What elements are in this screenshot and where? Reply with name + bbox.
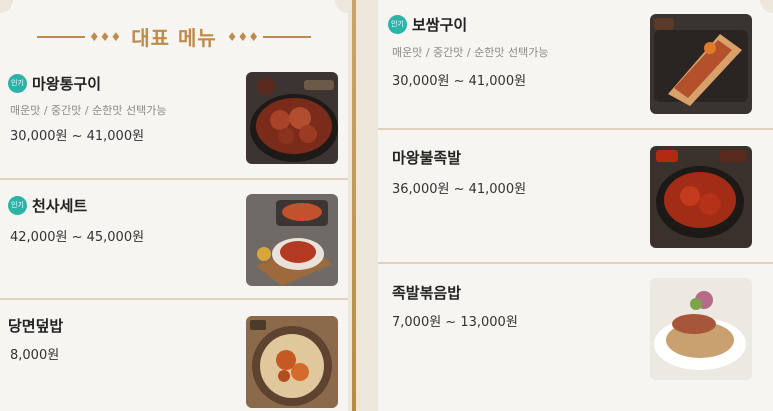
- menu-item[interactable]: 마왕불족발 36,000원 ~ 41,000원: [378, 130, 773, 264]
- menu-item-price: 42,000원 ~ 45,000원: [10, 230, 145, 245]
- corner-decoration: [335, 0, 348, 13]
- panel-divider: [348, 0, 378, 411]
- left-menu-panel: ♦♦♦ 대표 메뉴 ♦♦♦ 인기 마왕통구이 매운맛 / 중간맛 / 순한맛 선택가능…: [0, 0, 348, 411]
- menu-item-price: 7,000원 ~ 13,000원: [392, 315, 518, 330]
- menu-item-name: 당면덮밥: [8, 317, 64, 335]
- menu-item-name: 마왕통구이: [32, 75, 102, 93]
- menu-item[interactable]: 인기 보쌈구이 매운맛 / 중간맛 / 순한맛 선택가능 30,000원 ~ 41…: [378, 0, 773, 130]
- menu-item-name: 천사세트: [32, 197, 88, 215]
- menu-item[interactable]: 인기 마왕통구이 매운맛 / 중간맛 / 순한맛 선택가능 30,000원 ~ 4…: [0, 62, 348, 180]
- right-menu-panel: 인기 보쌈구이 매운맛 / 중간맛 / 순한맛 선택가능 30,000원 ~ 41…: [378, 0, 773, 411]
- menu-item[interactable]: 인기 천사세트 42,000원 ~ 45,000원: [0, 180, 348, 300]
- menu-item-price: 8,000원: [10, 348, 60, 363]
- corner-decoration: [0, 0, 13, 13]
- popular-badge: 인기: [8, 196, 27, 215]
- rice-bowl-photo: [246, 316, 338, 408]
- fire-jokbal-photo: [650, 146, 752, 248]
- menu-item-options: 매운맛 / 중간맛 / 순한맛 선택가능: [392, 46, 549, 59]
- fried-rice-photo: [650, 278, 752, 380]
- menu-item-options: 매운맛 / 중간맛 / 순한맛 선택가능: [10, 104, 167, 117]
- menu-item[interactable]: 당면덮밥 8,000원: [0, 300, 348, 411]
- menu-item-price: 30,000원 ~ 41,000원: [10, 129, 145, 144]
- section-title: 대표 메뉴: [131, 26, 217, 50]
- bossam-photo: [650, 14, 752, 114]
- set-meal-photo: [246, 194, 338, 286]
- grilled-pork-photo: [246, 72, 338, 164]
- popular-badge: 인기: [388, 15, 407, 34]
- popular-badge: 인기: [8, 74, 27, 93]
- menu-item-name: 족발볶음밥: [392, 284, 462, 302]
- menu-item[interactable]: 족발볶음밥 7,000원 ~ 13,000원: [378, 264, 773, 411]
- menu-item-price: 30,000원 ~ 41,000원: [392, 74, 527, 89]
- section-header: ♦♦♦ 대표 메뉴 ♦♦♦: [0, 22, 348, 51]
- menu-item-price: 36,000원 ~ 41,000원: [392, 182, 527, 197]
- menu-item-name: 보쌈구이: [412, 16, 468, 34]
- menu-item-name: 마왕불족발: [392, 149, 462, 167]
